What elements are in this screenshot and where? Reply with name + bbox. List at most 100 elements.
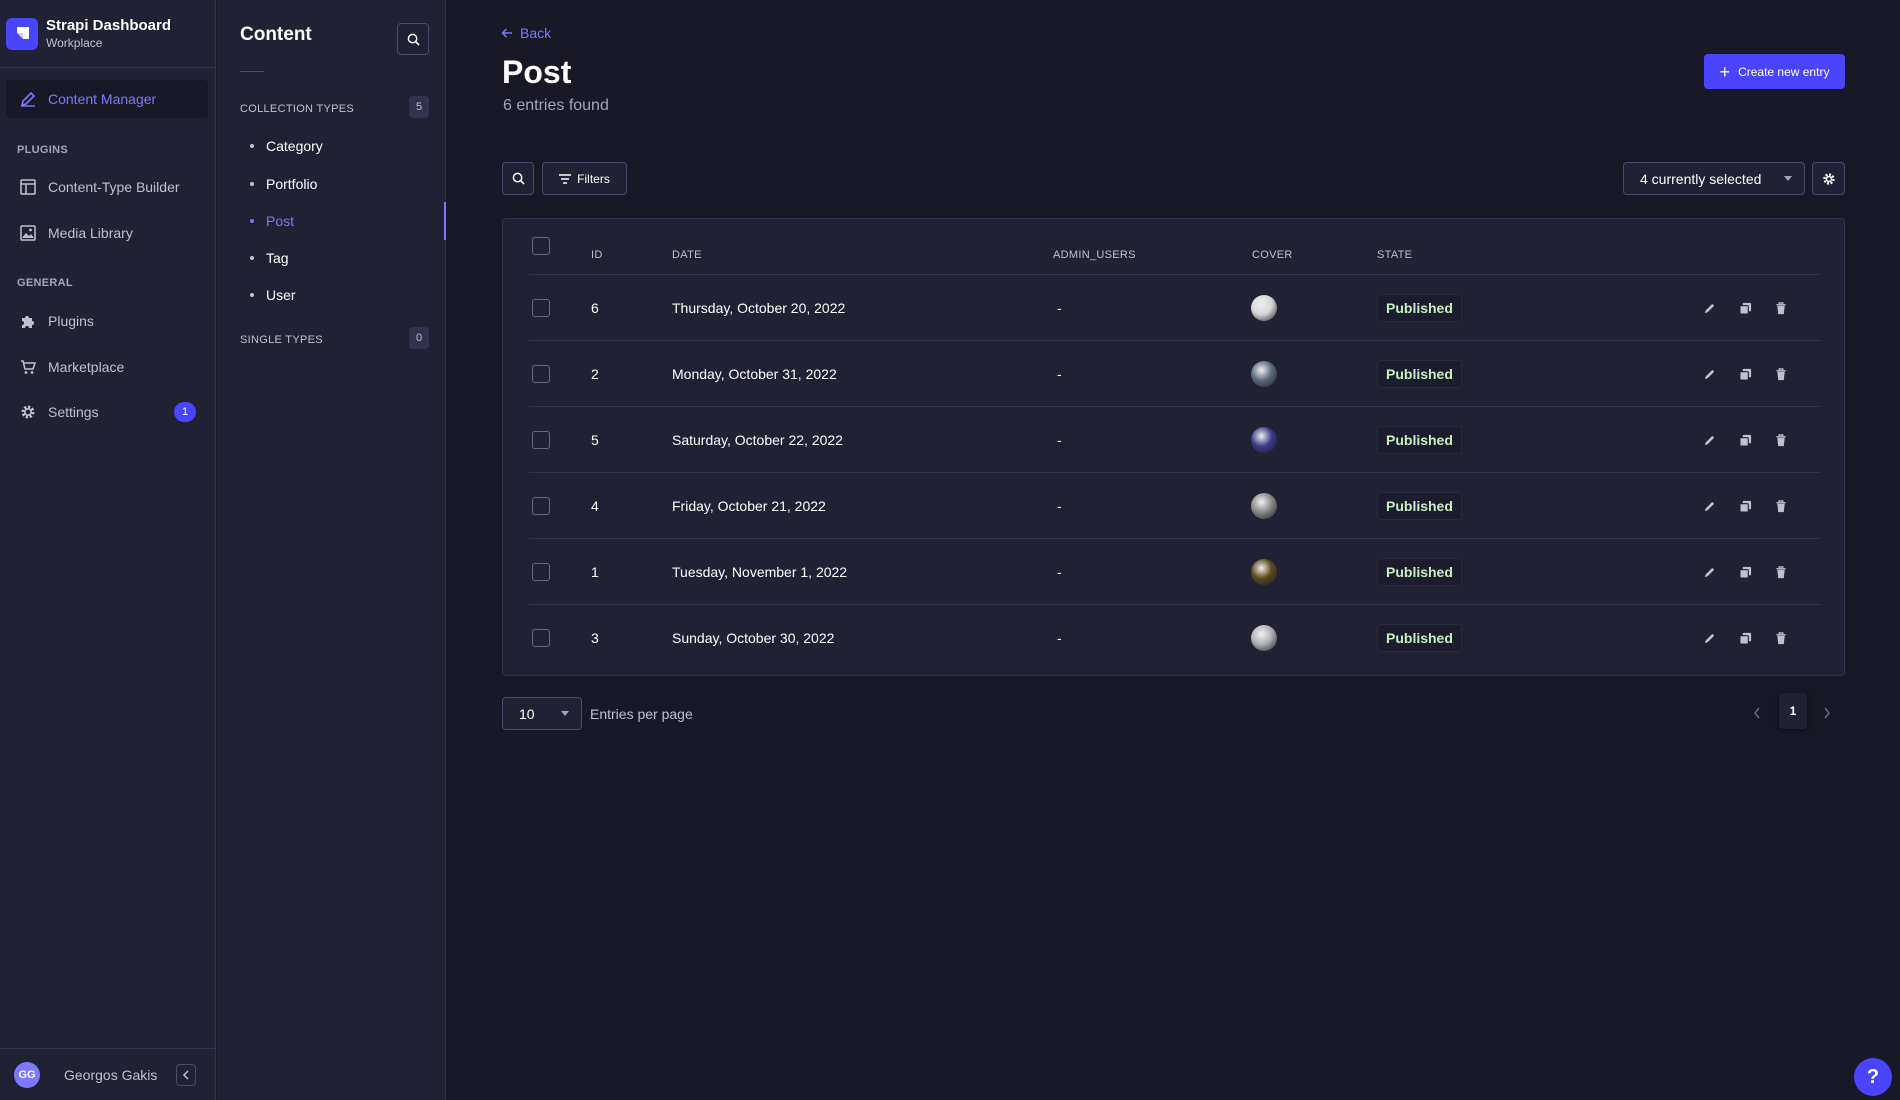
column-header-cover[interactable]: COVER bbox=[1252, 249, 1293, 261]
entries-per-page-value: 10 bbox=[519, 705, 535, 722]
duplicate-entry-button[interactable] bbox=[1735, 275, 1755, 341]
column-header-admin-users[interactable]: ADMIN_USERS bbox=[1053, 249, 1136, 261]
duplicate-entry-button[interactable] bbox=[1735, 605, 1755, 671]
search-icon bbox=[407, 33, 420, 46]
cover-thumbnail bbox=[1251, 493, 1277, 519]
row-checkbox[interactable] bbox=[532, 563, 550, 581]
content-subnav: Content COLLECTION TYPES 5 Category Port… bbox=[217, 0, 446, 1100]
caret-down-icon bbox=[561, 711, 569, 716]
nav-content-manager[interactable]: Content Manager bbox=[6, 80, 208, 118]
back-link-label: Back bbox=[520, 25, 552, 41]
row-checkbox[interactable] bbox=[532, 431, 550, 449]
subnav-item-user[interactable]: User bbox=[250, 283, 296, 307]
row-checkbox[interactable] bbox=[532, 299, 550, 317]
search-button[interactable] bbox=[502, 162, 534, 195]
cell-cover bbox=[1251, 341, 1277, 407]
nav-media-library[interactable]: Media Library bbox=[6, 214, 208, 252]
edit-entry-button[interactable] bbox=[1699, 341, 1719, 407]
column-header-id[interactable]: ID bbox=[591, 249, 603, 261]
filters-label: Filters bbox=[577, 171, 610, 186]
bullet-icon bbox=[250, 293, 254, 297]
entries-per-page-label: Entries per page bbox=[590, 706, 693, 722]
subnav-item-label: Post bbox=[266, 213, 295, 229]
help-button[interactable]: ? bbox=[1854, 1058, 1892, 1096]
table-row[interactable]: 1 Tuesday, November 1, 2022 - Published bbox=[529, 538, 1821, 604]
select-all-checkbox[interactable] bbox=[532, 237, 550, 255]
entries-per-page-select[interactable]: 10 bbox=[502, 697, 582, 730]
subnav-item-post[interactable]: Post bbox=[250, 209, 294, 233]
row-checkbox[interactable] bbox=[532, 629, 550, 647]
bullet-icon bbox=[250, 256, 254, 260]
avatar[interactable]: GG bbox=[14, 1061, 40, 1088]
column-header-date[interactable]: DATE bbox=[672, 249, 702, 261]
row-checkbox[interactable] bbox=[532, 365, 550, 383]
back-link[interactable]: Back bbox=[501, 25, 551, 41]
cell-cover bbox=[1251, 275, 1277, 341]
duplicate-icon bbox=[1738, 302, 1751, 315]
row-checkbox[interactable] bbox=[532, 497, 550, 515]
delete-entry-button[interactable] bbox=[1771, 605, 1791, 671]
cell-state: Published bbox=[1377, 275, 1462, 341]
cover-thumbnail bbox=[1251, 295, 1277, 321]
table-row[interactable]: 4 Friday, October 21, 2022 - Published bbox=[529, 472, 1821, 538]
duplicate-entry-button[interactable] bbox=[1735, 341, 1755, 407]
nav-settings[interactable]: Settings 1 bbox=[6, 393, 208, 431]
collapse-nav-button[interactable] bbox=[176, 1063, 196, 1086]
duplicate-entry-button[interactable] bbox=[1735, 407, 1755, 473]
status-badge: Published bbox=[1377, 558, 1462, 586]
cover-thumbnail bbox=[1251, 625, 1277, 651]
previous-page-button[interactable] bbox=[1745, 697, 1769, 729]
delete-entry-button[interactable] bbox=[1771, 407, 1791, 473]
delete-entry-button[interactable] bbox=[1771, 539, 1791, 605]
table-row[interactable]: 2 Monday, October 31, 2022 - Published bbox=[529, 340, 1821, 406]
status-badge: Published bbox=[1377, 492, 1462, 520]
user-name[interactable]: Georgos Gakis bbox=[64, 1067, 157, 1083]
delete-entry-button[interactable] bbox=[1771, 275, 1791, 341]
edit-entry-button[interactable] bbox=[1699, 407, 1719, 473]
delete-entry-button[interactable] bbox=[1771, 341, 1791, 407]
bullet-icon bbox=[250, 182, 254, 186]
subnav-item-portfolio[interactable]: Portfolio bbox=[250, 172, 317, 196]
next-page-button[interactable] bbox=[1815, 697, 1839, 729]
single-types-label[interactable]: SINGLE TYPES bbox=[240, 334, 323, 346]
delete-entry-button[interactable] bbox=[1771, 473, 1791, 539]
edit-entry-button[interactable] bbox=[1699, 539, 1719, 605]
table-row[interactable]: 3 Sunday, October 30, 2022 - Published bbox=[529, 604, 1821, 670]
subnav-search-button[interactable] bbox=[397, 23, 429, 55]
cell-id: 6 bbox=[591, 300, 599, 316]
create-new-entry-button[interactable]: + Create new entry bbox=[1704, 54, 1845, 89]
table-row[interactable]: 5 Saturday, October 22, 2022 - Published bbox=[529, 406, 1821, 472]
collection-types-label[interactable]: COLLECTION TYPES bbox=[240, 103, 354, 115]
list-settings-button[interactable] bbox=[1812, 162, 1845, 195]
column-header-state[interactable]: STATE bbox=[1377, 249, 1412, 261]
subnav-item-category[interactable]: Category bbox=[250, 134, 323, 158]
page-number-current[interactable]: 1 bbox=[1779, 693, 1807, 729]
arrow-left-icon bbox=[501, 28, 512, 38]
nav-plugins[interactable]: Plugins bbox=[6, 302, 208, 340]
subnav-item-tag[interactable]: Tag bbox=[250, 246, 289, 270]
nav-content-type-builder[interactable]: Content-Type Builder bbox=[6, 168, 208, 206]
table-row[interactable]: 6 Thursday, October 20, 2022 - Published bbox=[529, 274, 1821, 340]
cell-date: Tuesday, November 1, 2022 bbox=[672, 564, 848, 580]
duplicate-entry-button[interactable] bbox=[1735, 539, 1755, 605]
nav-content-manager-label: Content Manager bbox=[48, 91, 157, 107]
settings-notification-badge: 1 bbox=[174, 402, 196, 422]
nav-marketplace[interactable]: Marketplace bbox=[6, 348, 208, 386]
filters-button[interactable]: Filters bbox=[542, 162, 627, 195]
collection-types-count: 5 bbox=[409, 96, 429, 118]
displayed-columns-select[interactable]: 4 currently selected bbox=[1623, 162, 1805, 195]
cell-date: Sunday, October 30, 2022 bbox=[672, 630, 835, 646]
duplicate-entry-button[interactable] bbox=[1735, 473, 1755, 539]
create-new-entry-label: Create new entry bbox=[1738, 64, 1830, 79]
gear-icon bbox=[18, 402, 38, 422]
edit-entry-button[interactable] bbox=[1699, 275, 1719, 341]
cell-state: Published bbox=[1377, 341, 1462, 407]
cell-id: 5 bbox=[591, 432, 599, 448]
entries-count: 6 entries found bbox=[503, 97, 609, 114]
duplicate-icon bbox=[1738, 434, 1751, 447]
edit-entry-button[interactable] bbox=[1699, 473, 1719, 539]
cell-admin-users: - bbox=[1057, 366, 1062, 382]
edit-entry-button[interactable] bbox=[1699, 605, 1719, 671]
layout-icon bbox=[18, 177, 38, 197]
cell-id: 2 bbox=[591, 366, 599, 382]
